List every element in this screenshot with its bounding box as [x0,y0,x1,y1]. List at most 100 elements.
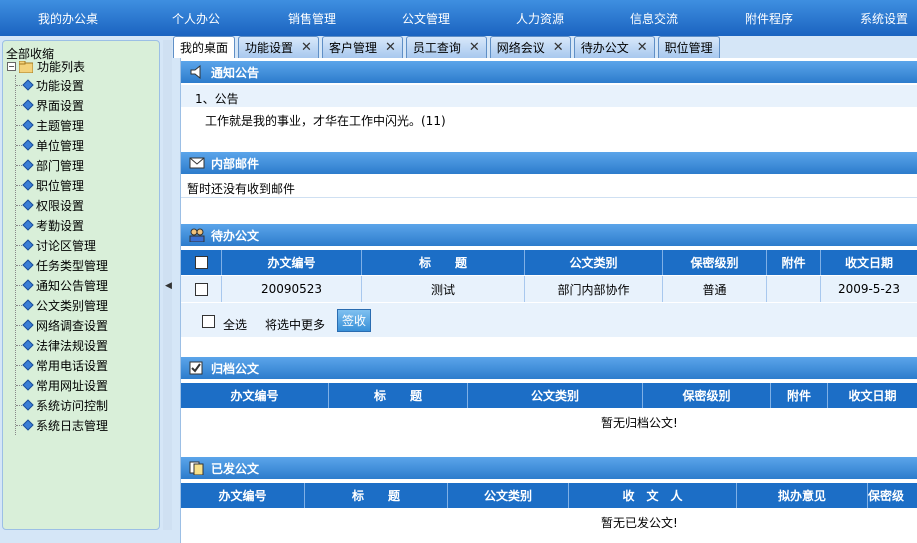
sidebar-item-label: 权限设置 [36,198,85,213]
checkbox[interactable] [194,282,208,296]
collapse-arrow-icon[interactable]: ◀ [165,281,172,291]
sidebar-item-theme[interactable]: 主题管理 [16,115,159,135]
sidebar-item-attendance[interactable]: 考勤设置 [16,215,159,235]
table-row[interactable]: 20090523 测试 部门内部协作 普通 2009-5-23 [181,276,917,302]
diamond-icon [22,179,34,191]
close-icon[interactable]: ✕ [385,40,396,55]
column-header: 标 题 [305,483,448,508]
cell-doc-number: 20090523 [222,276,362,302]
column-header: 标 题 [329,383,468,408]
notice-item-text[interactable]: 工作就是我的事业，才华在工作中闪光。(11) [205,112,446,129]
tab-label: 待办公文 [580,41,629,55]
diamond-icon [22,399,34,411]
select-all-checkbox[interactable] [202,315,215,328]
diamond-icon [22,219,34,231]
sidebar-item-permissions[interactable]: 权限设置 [16,195,159,215]
sidebar-item-label: 公文类别管理 [36,298,109,313]
column-header: 收文日期 [821,250,917,275]
close-icon[interactable]: ✕ [469,40,480,55]
close-icon[interactable]: ✕ [553,40,564,55]
sidebar-item-urls[interactable]: 常用网址设置 [16,375,159,395]
tab-employee-search[interactable]: 员工查询 ✕ [405,36,487,58]
collapse-toggle-icon[interactable]: − [7,62,16,71]
tree-root-label: 功能列表 [37,60,86,74]
sidebar-item-unit[interactable]: 单位管理 [16,135,159,155]
notice-item-index[interactable]: 1、公告 [195,90,239,107]
tab-web-meeting[interactable]: 网络会议 ✕ [489,36,571,58]
sidebar-item-surveys[interactable]: 网络调查设置 [16,315,159,335]
column-header: 收 文 人 [569,483,737,508]
diamond-icon [22,199,34,211]
tab-label: 网络会议 [496,41,545,55]
sidebar-item-label: 功能设置 [36,78,85,93]
diamond-icon [22,159,34,171]
sidebar-item-laws[interactable]: 法律法规设置 [16,335,159,355]
sidebar-item-position[interactable]: 职位管理 [16,175,159,195]
nav-sales[interactable]: 销售管理 [288,10,336,27]
select-all-header[interactable] [181,250,222,275]
sidebar-item-doc-categories[interactable]: 公文类别管理 [16,295,159,315]
tab-label: 我的桌面 [180,41,229,55]
diamond-icon [22,319,34,331]
nav-personal-office[interactable]: 个人办公 [172,10,220,27]
section-title: 内部邮件 [211,156,260,171]
pending-table-header: 办文编号 标 题 公文类别 保密级别 附件 收文日期 [181,250,917,275]
sidebar-item-system-logs[interactable]: 系统日志管理 [16,415,159,435]
tab-my-desktop[interactable]: 我的桌面 [173,36,236,58]
nav-info[interactable]: 信息交流 [630,10,678,27]
sidebar-item-ui-settings[interactable]: 界面设置 [16,95,159,115]
archived-empty-row [181,409,917,433]
column-header: 保密级别 [663,250,767,275]
row-select[interactable] [181,276,222,302]
diamond-icon [22,379,34,391]
sidebar-item-function-settings[interactable]: 功能设置 [16,75,159,95]
diamond-icon [22,359,34,371]
column-header: 公文类别 [468,383,643,408]
sidebar-item-phones[interactable]: 常用电话设置 [16,355,159,375]
checkbox[interactable] [194,256,208,269]
tab-position-mgmt[interactable]: 职位管理 [657,36,720,58]
sidebar-item-label: 考勤设置 [36,218,85,233]
tab-bar: 我的桌面 功能设置 ✕ 客户管理 ✕ 员工查询 ✕ 网络会议 ✕ 待办公文 ✕ 职位管理 [173,36,723,58]
sidebar-item-label: 常用电话设置 [36,358,109,373]
sign-button[interactable]: 签收 [337,309,372,332]
sidebar-item-label: 界面设置 [36,98,85,113]
sidebar-item-task-types[interactable]: 任务类型管理 [16,255,159,275]
diamond-icon [22,299,34,311]
function-list: 功能设置 界面设置 主题管理 单位管理 部门管理 职位管理 权限设置 考勤设置 … [15,75,159,435]
sidebar-item-label: 主题管理 [36,118,85,133]
tab-label: 员工查询 [412,41,461,55]
cell-attachment [767,276,821,302]
close-icon[interactable]: ✕ [637,40,648,55]
archived-empty-text: 暂无归档公文! [601,416,678,430]
tree-root[interactable]: − 功能列表 [3,58,159,75]
diamond-icon [22,239,34,251]
nav-system-settings[interactable]: 系统设置 [860,10,908,27]
collapse-all-link[interactable]: 全部收缩 [3,41,159,61]
nav-hr[interactable]: 人力资源 [516,10,564,27]
sidebar-splitter[interactable]: ◀ [163,40,172,530]
sidebar-item-access-control[interactable]: 系统访问控制 [16,395,159,415]
mail-section-header: 内部邮件 [181,152,917,174]
tab-function-settings[interactable]: 功能设置 ✕ [238,36,319,58]
sidebar-item-department[interactable]: 部门管理 [16,155,159,175]
diamond-icon [22,119,34,131]
nav-documents[interactable]: 公文管理 [402,10,450,27]
tab-customers[interactable]: 客户管理 ✕ [321,36,403,58]
notice-item-row [181,85,917,107]
close-icon[interactable]: ✕ [301,40,312,55]
sidebar-item-forum[interactable]: 讨论区管理 [16,235,159,255]
tab-pending-docs[interactable]: 待办公文 ✕ [573,36,655,58]
sidebar-item-label: 系统日志管理 [36,418,109,433]
diamond-icon [22,99,34,111]
nav-my-desk[interactable]: 我的办公桌 [38,10,98,27]
cell-title[interactable]: 测试 [362,276,525,302]
nav-attachments[interactable]: 附件程序 [745,10,793,27]
people-icon [189,228,205,242]
more-link[interactable]: 将选中更多 [265,316,325,333]
column-header: 附件 [767,250,821,275]
sidebar-item-notices[interactable]: 通知公告管理 [16,275,159,295]
cell-category: 部门内部协作 [525,276,663,302]
sent-table-header: 办文编号 标 题 公文类别 收 文 人 拟办意见 保密级 [181,483,917,508]
archived-table-header: 办文编号 标 题 公文类别 保密级别 附件 收文日期 [181,383,917,408]
